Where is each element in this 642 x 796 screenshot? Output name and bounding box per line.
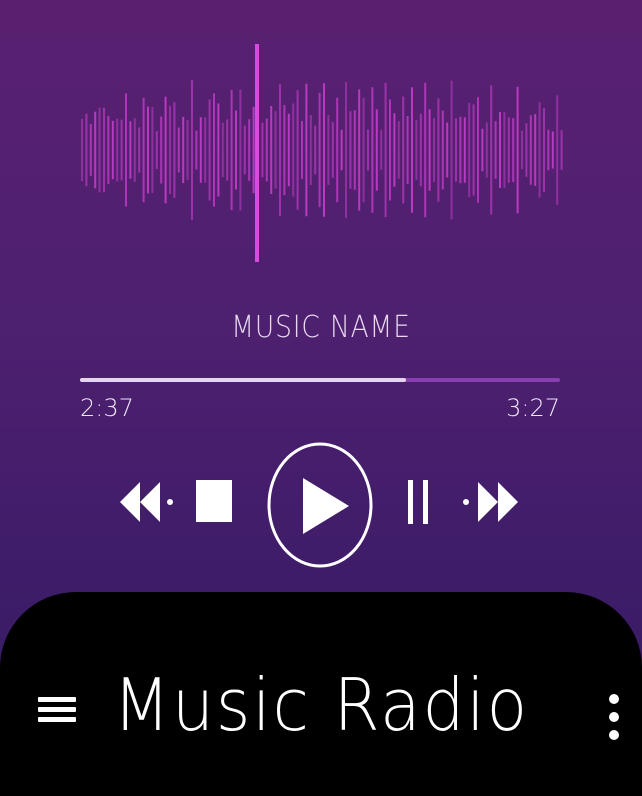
more-dot xyxy=(609,730,619,740)
stop-icon[interactable] xyxy=(194,478,234,524)
total-time: 3:27 xyxy=(506,394,560,422)
progress-bar[interactable] xyxy=(80,378,560,382)
fast-forward-icon[interactable] xyxy=(458,478,524,526)
track-title: MUSIC NAME xyxy=(231,310,411,345)
music-player-screen: MUSIC NAME 2:37 3:27 Music Radio xyxy=(0,0,642,796)
more-dot xyxy=(609,712,619,722)
more-dot xyxy=(609,694,619,704)
audio-waveform xyxy=(81,44,563,262)
play-icon[interactable] xyxy=(265,440,375,570)
elapsed-time: 2:37 xyxy=(80,394,134,422)
rewind-icon[interactable] xyxy=(118,478,184,526)
pause-icon[interactable] xyxy=(404,478,434,526)
more-vertical-icon[interactable] xyxy=(606,694,622,742)
progress-played xyxy=(80,378,407,382)
app-title: Music Radio xyxy=(113,663,529,747)
